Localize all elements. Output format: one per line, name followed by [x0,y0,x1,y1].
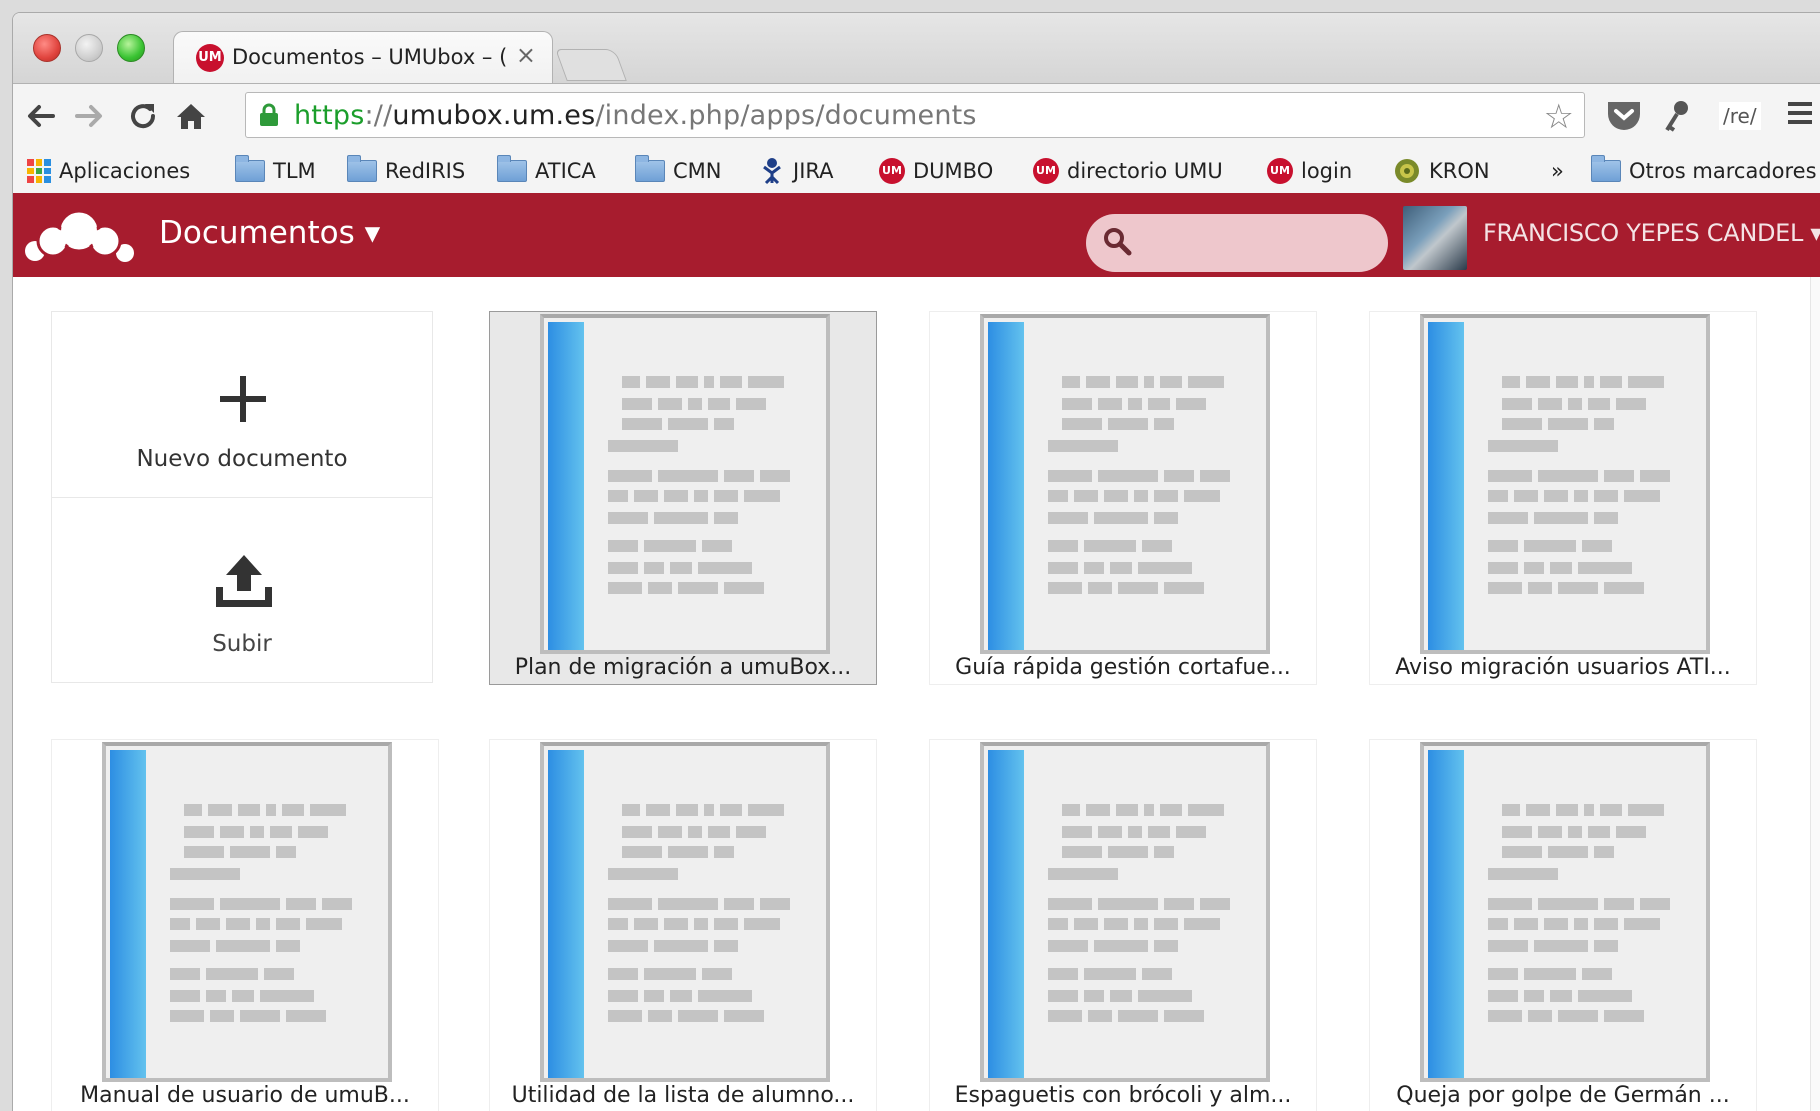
close-tab-icon[interactable]: × [516,41,536,69]
bookmark-directorio-umu[interactable]: UM directorio UMU [1033,157,1223,185]
document-tile[interactable]: Plan de migración a umuBox... [489,311,877,685]
new-document-label: Nuevo documento [136,446,348,472]
app-menu-title[interactable]: Documentos ▾ [159,215,380,251]
new-document-button[interactable]: Nuevo documento [52,312,432,498]
document-icon [102,742,392,1082]
lock-icon [260,103,278,126]
browser-window: UM Documentos – UMUbox – ( × https://umu… [12,12,1820,1111]
address-bar[interactable]: https://umubox.um.es/index.php/apps/docu… [245,92,1585,138]
upload-label: Subir [212,631,272,657]
new-document-panel: Nuevo documento Subir [51,311,433,683]
plus-icon [220,376,266,422]
bookmark-atica[interactable]: ATICA [497,155,596,185]
jira-icon [763,158,781,185]
bookmark-aplicaciones[interactable]: Aplicaciones [27,157,190,185]
folder-icon [347,155,377,182]
document-name: Manual de usuario de umuB... [80,1083,410,1108]
document-tile[interactable]: Utilidad de la lista de alumno... [489,739,877,1111]
folder-icon [497,155,527,182]
scrollbar[interactable] [1810,277,1820,1111]
search-input[interactable] [1142,224,1376,264]
bookmark-tlm[interactable]: TLM [235,155,316,185]
bookmarks-bar: Aplicaciones TLM RedIRIS ATICA CMN JIRA … [13,147,1820,194]
um-icon: UM [1267,158,1293,184]
search-box[interactable] [1086,214,1388,272]
kron-icon [1395,159,1419,183]
avatar[interactable] [1403,206,1467,270]
upload-icon [216,555,272,607]
document-name: Espaguetis con brócoli y alm... [954,1083,1292,1108]
zoom-window-button[interactable] [117,34,145,62]
document-name: Aviso migración usuarios ATI... [1395,655,1731,680]
um-icon: UM [879,158,905,184]
search-icon [1104,228,1132,256]
new-tab-button[interactable] [555,49,627,81]
extension-icon[interactable] [1663,98,1693,134]
home-icon[interactable] [173,98,209,134]
document-name: Guía rápida gestión cortafue... [955,655,1291,680]
document-tile[interactable]: Aviso migración usuarios ATI... [1369,311,1757,685]
app-header: Documentos ▾ FRANCISCO YEPES CANDEL ▾ [13,193,1820,277]
document-icon [980,314,1270,654]
forward-arrow-icon[interactable] [71,98,107,134]
cloud-logo-icon[interactable] [23,205,139,265]
bookmark-rediris[interactable]: RedIRIS [347,155,465,185]
minimize-window-button[interactable] [75,34,103,62]
upload-button[interactable]: Subir [52,497,432,682]
menu-icon[interactable] [1785,98,1815,134]
document-tile[interactable]: Manual de usuario de umuB... [51,739,439,1111]
um-icon: UM [1033,158,1059,184]
folder-icon [635,155,665,182]
documents-content: Nuevo documento Subir Plan de migración … [13,277,1820,1111]
bookmarks-overflow-button[interactable]: » [1551,157,1564,185]
document-icon [540,314,830,654]
document-icon [1420,314,1710,654]
um-favicon-icon: UM [196,44,224,72]
back-arrow-icon[interactable] [23,98,59,134]
folder-icon [235,155,265,182]
close-window-button[interactable] [33,34,61,62]
bookmark-cmn[interactable]: CMN [635,155,722,185]
document-icon [980,742,1270,1082]
document-name: Utilidad de la lista de alumno... [511,1083,855,1108]
bookmark-kron[interactable]: KRON [1393,157,1490,185]
pocket-icon[interactable] [1605,98,1643,134]
bookmark-star-icon[interactable]: ☆ [1544,97,1574,137]
user-menu[interactable]: FRANCISCO YEPES CANDEL ▾ [1483,219,1820,247]
bookmark-otros-marcadores[interactable]: Otros marcadores [1591,155,1817,185]
url-text: https://umubox.um.es/index.php/apps/docu… [294,100,977,131]
browser-toolbar: https://umubox.um.es/index.php/apps/docu… [13,83,1820,148]
document-tile[interactable]: Queja por golpe de Germán ... [1369,739,1757,1111]
document-icon [540,742,830,1082]
document-tile[interactable]: Guía rápida gestión cortafue... [929,311,1317,685]
document-name: Queja por golpe de Germán ... [1396,1083,1730,1108]
extension-re-label[interactable]: /re/ [1719,102,1761,130]
tab-title: Documentos – UMUbox – ( [232,45,508,69]
document-name: Plan de migración a umuBox... [514,655,852,680]
folder-icon [1591,155,1621,182]
tab-documentos[interactable]: UM Documentos – UMUbox – ( × [173,31,553,83]
document-icon [1420,742,1710,1082]
bookmark-login[interactable]: UM login [1267,157,1352,185]
bookmark-dumbo[interactable]: UM DUMBO [879,157,993,185]
apps-grid-icon [27,159,51,183]
bookmark-jira[interactable]: JIRA [759,157,834,185]
tab-strip: UM Documentos – UMUbox – ( × [13,13,1820,83]
document-tile[interactable]: Espaguetis con brócoli y alm... [929,739,1317,1111]
reload-icon[interactable] [125,98,161,134]
